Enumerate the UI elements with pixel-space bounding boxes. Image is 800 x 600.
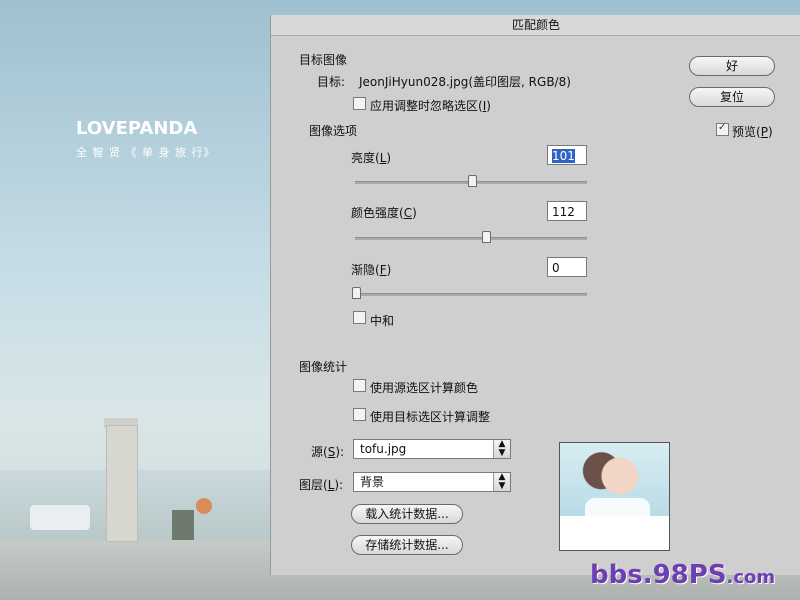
source-select-value: tofu.jpg	[360, 442, 407, 456]
color-intensity-input[interactable]: 112	[547, 201, 587, 221]
use-target-selection-label[interactable]: 使用目标选区计算调整	[370, 408, 490, 425]
background-sign	[196, 498, 212, 514]
target-section-title: 目标图像	[299, 53, 348, 67]
source-select[interactable]: tofu.jpg ▲ ▼	[353, 439, 511, 459]
preview-checkbox[interactable]	[716, 122, 729, 136]
preview-photo-shirt	[585, 498, 650, 516]
color-intensity-label: 颜色强度(C)	[351, 206, 417, 220]
use-source-selection-label[interactable]: 使用源选区计算颜色	[370, 379, 478, 396]
ignore-selection-label[interactable]: 应用调整时忽略选区(I)	[370, 97, 491, 114]
image-options-title: 图像选项	[309, 124, 358, 138]
image-statistics-title: 图像统计	[299, 360, 348, 374]
ignore-selection-checkbox[interactable]	[353, 97, 366, 110]
save-statistics-button[interactable]: 存储统计数据...	[351, 535, 463, 555]
background-bin	[172, 510, 194, 540]
brightness-input[interactable]: 101	[547, 145, 587, 165]
reset-button[interactable]: 复位	[689, 87, 775, 107]
fade-slider-track[interactable]	[355, 293, 587, 296]
layer-select-value: 背景	[360, 475, 385, 489]
layer-select[interactable]: 背景 ▲ ▼	[353, 472, 511, 492]
source-label: 源(S):	[311, 445, 345, 459]
target-value: JeonJiHyun028.jpg(盖印图层, RGB/8)	[359, 75, 571, 89]
color-intensity-slider-thumb[interactable]	[481, 231, 491, 243]
brand-text: LOVEPANDA	[76, 118, 198, 139]
load-statistics-button[interactable]: 载入统计数据...	[351, 504, 463, 524]
target-label: 目标:	[317, 75, 346, 89]
fade-label: 渐隐(F)	[351, 263, 392, 277]
brightness-label: 亮度(L)	[351, 151, 392, 165]
fade-slider-thumb[interactable]	[352, 287, 361, 299]
ok-button[interactable]: 好	[689, 56, 775, 76]
background-boat	[30, 505, 90, 530]
brand-subtitle: 全 智 贤 《 单 身 旅 行》	[76, 146, 216, 159]
preview-label[interactable]: 预览(P)	[732, 123, 773, 140]
source-preview-thumbnail	[559, 442, 670, 551]
neutralize-label[interactable]: 中和	[370, 312, 394, 329]
match-color-dialog: 匹配颜色 目标图像 目标: JeonJiHyun028.jpg(盖印图层, RG…	[270, 15, 800, 575]
use-source-selection-checkbox[interactable]	[353, 379, 366, 392]
watermark-logo: bbs.98PS.com	[590, 560, 776, 590]
brightness-slider-thumb[interactable]	[468, 175, 477, 187]
use-target-selection-checkbox[interactable]	[353, 408, 366, 421]
neutralize-checkbox[interactable]	[353, 311, 366, 324]
background-tower	[106, 425, 138, 542]
fade-input[interactable]: 0	[547, 257, 587, 277]
layer-label: 图层(L):	[299, 478, 344, 492]
dialog-title[interactable]: 匹配颜色	[271, 15, 800, 36]
color-intensity-slider-track[interactable]	[355, 237, 587, 240]
layer-select-arrow-icon[interactable]: ▲ ▼	[493, 473, 510, 491]
source-select-arrow-icon[interactable]: ▲ ▼	[493, 440, 510, 458]
